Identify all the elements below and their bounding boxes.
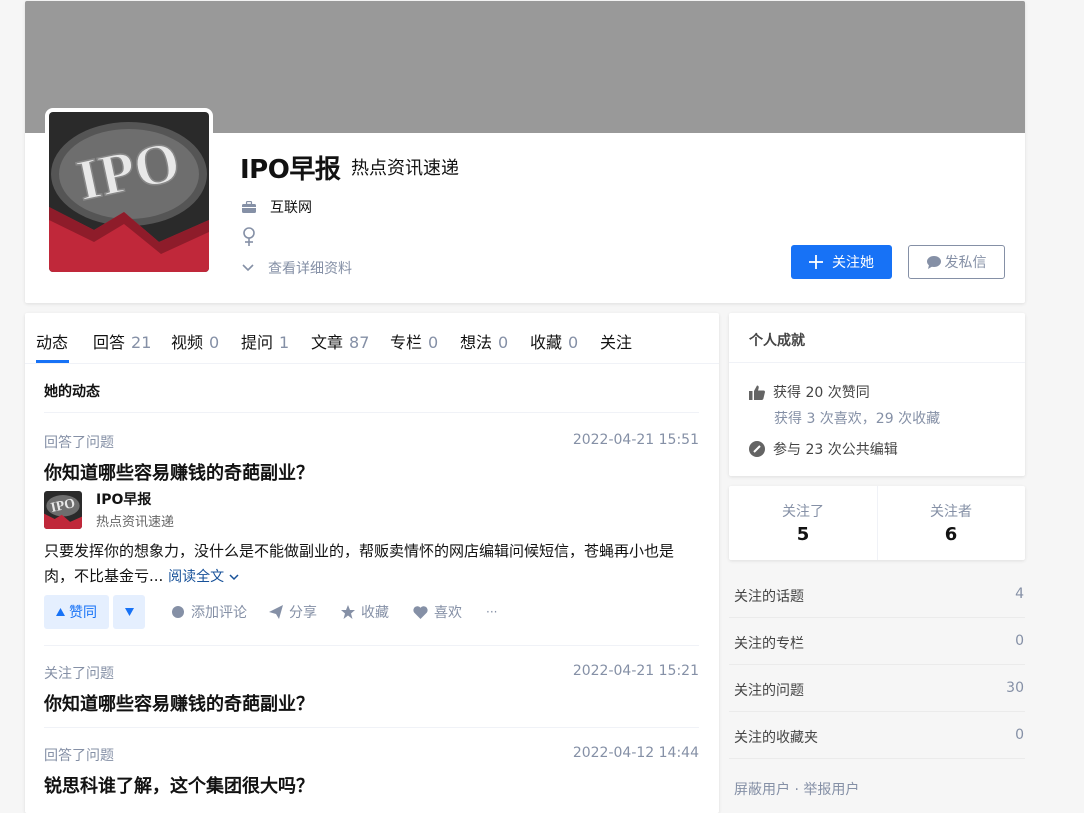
author-headline: 热点资讯速递 <box>96 515 175 530</box>
more-info-label: 查看详细资料 <box>268 261 352 277</box>
ipo-logo-image: IPO <box>49 112 209 272</box>
triangle-down-icon <box>124 608 134 616</box>
follow-button-label: 关注她 <box>832 255 874 271</box>
question-title[interactable]: 锐思科谁了解，这个集团很大吗？ <box>44 772 314 798</box>
follow-stats-card: 关注了 5 关注者 6 <box>729 486 1025 560</box>
tab-videos[interactable]: 视频 0 <box>171 329 219 353</box>
followed-topics-item[interactable]: 关注的话题 4 <box>729 571 1025 618</box>
tab-answers[interactable]: 回答 21 <box>93 329 151 353</box>
edits-count: 参与 23 次公共编辑 <box>773 442 898 458</box>
tab-following[interactable]: 关注 <box>600 329 632 353</box>
triangle-up-icon <box>56 608 65 616</box>
edit-icon <box>749 441 765 457</box>
tab-collections[interactable]: 收藏 0 <box>530 329 578 353</box>
divider <box>44 412 699 413</box>
avatar[interactable]: IPO <box>45 108 213 276</box>
excerpt-text: 只要发挥你的想象力，没什么是不能做副业的，帮贩卖情怀的网店编辑问候短信，苍蝇再小… <box>44 542 675 585</box>
divider <box>44 645 699 646</box>
share-button[interactable]: 分享 <box>269 602 317 622</box>
followed-questions-item[interactable]: 关注的问题 30 <box>729 665 1025 712</box>
achievements-title: 个人成就 <box>749 333 805 349</box>
feed-time[interactable]: 2022-04-21 15:21 <box>573 663 699 679</box>
followers-label: 关注者 <box>930 504 972 520</box>
feed-time[interactable]: 2022-04-21 15:51 <box>573 432 699 448</box>
briefcase-icon <box>242 201 256 213</box>
author-avatar[interactable]: IPO <box>44 491 82 529</box>
feed-time[interactable]: 2022-04-12 14:44 <box>573 745 699 761</box>
followers-count: 6 <box>944 524 958 545</box>
likes-row: 获得 20 次赞同 <box>749 382 870 402</box>
tab-columns[interactable]: 专栏 0 <box>390 329 438 353</box>
thumbs-up-icon <box>749 385 765 400</box>
profile-tabs: 动态 回答 21 视频 0 提问 1 文章 87 专栏 0 想法 0 收藏 0 关注 <box>25 313 719 364</box>
answer-excerpt[interactable]: 只要发挥你的想象力，没什么是不能做副业的，帮贩卖情怀的网店编辑问候短信，苍蝇再小… <box>44 539 694 590</box>
tab-pins[interactable]: 想法 0 <box>460 329 508 353</box>
feed-action: 回答了问题 <box>44 748 114 764</box>
divider <box>729 362 1025 363</box>
user-headline: 热点资讯速递 <box>351 158 459 179</box>
female-icon <box>243 227 255 246</box>
chat-bubble-icon <box>926 255 941 269</box>
plus-icon <box>809 255 823 269</box>
chevron-down-icon <box>229 574 239 581</box>
following-label: 关注了 <box>782 504 824 520</box>
follow-button[interactable]: 关注她 <box>791 245 892 279</box>
chevron-down-icon <box>242 264 254 272</box>
ipo-logo-image: IPO <box>44 491 82 529</box>
feed-title: 她的动态 <box>44 384 100 400</box>
active-tab-indicator <box>36 360 69 363</box>
downvote-button[interactable] <box>113 595 145 629</box>
industry-label: 互联网 <box>270 200 312 216</box>
message-button[interactable]: 发私信 <box>908 245 1005 279</box>
upvote-button[interactable]: 赞同 <box>44 595 109 629</box>
tab-articles[interactable]: 文章 87 <box>311 329 369 353</box>
feed-action: 回答了问题 <box>44 435 114 451</box>
question-title[interactable]: 你知道哪些容易赚钱的奇葩副业？ <box>44 690 314 716</box>
more-icon: ··· <box>486 605 498 619</box>
comment-button[interactable]: 添加评论 <box>171 602 247 622</box>
more-options-button[interactable]: ··· <box>486 605 497 619</box>
read-more-link[interactable]: 阅读全文 <box>168 569 239 585</box>
star-icon <box>341 605 355 619</box>
industry-row: 互联网 <box>242 197 312 217</box>
following-count: 5 <box>796 524 810 545</box>
paper-plane-icon <box>269 605 283 619</box>
like-button[interactable]: 喜欢 <box>413 602 462 622</box>
likes-count: 获得 20 次赞同 <box>773 385 870 401</box>
achievements-card: 个人成就 获得 20 次赞同 获得 3 次喜欢，29 次收藏 参与 23 次公共… <box>729 313 1025 476</box>
activity-card: 动态 回答 21 视频 0 提问 1 文章 87 专栏 0 想法 0 收藏 0 关注 她的动态… <box>25 313 719 813</box>
tab-activity[interactable]: 动态 <box>36 329 68 353</box>
tab-questions[interactable]: 提问 1 <box>241 329 289 353</box>
author-name[interactable]: IPO早报 <box>96 489 151 509</box>
likes-detail: 获得 3 次喜欢，29 次收藏 <box>774 411 941 427</box>
heart-icon <box>413 605 428 619</box>
collect-button[interactable]: 收藏 <box>341 602 389 622</box>
answer-actions: 赞同 添加评论 分享 收藏 喜欢 ··· <box>44 595 497 629</box>
profile-header: IPO IPO早报 热点资讯速递 互联网 查看详细资料 关注她 发私信 <box>25 1 1025 303</box>
divider <box>44 727 699 728</box>
user-name: IPO早报 <box>240 155 341 185</box>
feed-action: 关注了问题 <box>44 666 114 682</box>
block-report-links[interactable]: 屏蔽用户 · 举报用户 <box>734 779 859 799</box>
question-title[interactable]: 你知道哪些容易赚钱的奇葩副业？ <box>44 459 314 485</box>
edits-row: 参与 23 次公共编辑 <box>749 439 898 459</box>
gender-row <box>242 227 256 247</box>
followed-collections-item[interactable]: 关注的收藏夹 0 <box>729 712 1025 759</box>
followed-columns-item[interactable]: 关注的专栏 0 <box>729 618 1025 665</box>
message-button-label: 发私信 <box>944 255 987 271</box>
followers-stat[interactable]: 关注者 6 <box>877 486 1025 560</box>
comment-icon <box>172 606 184 618</box>
more-info-toggle[interactable]: 查看详细资料 <box>242 258 352 278</box>
following-stat[interactable]: 关注了 5 <box>729 486 877 560</box>
